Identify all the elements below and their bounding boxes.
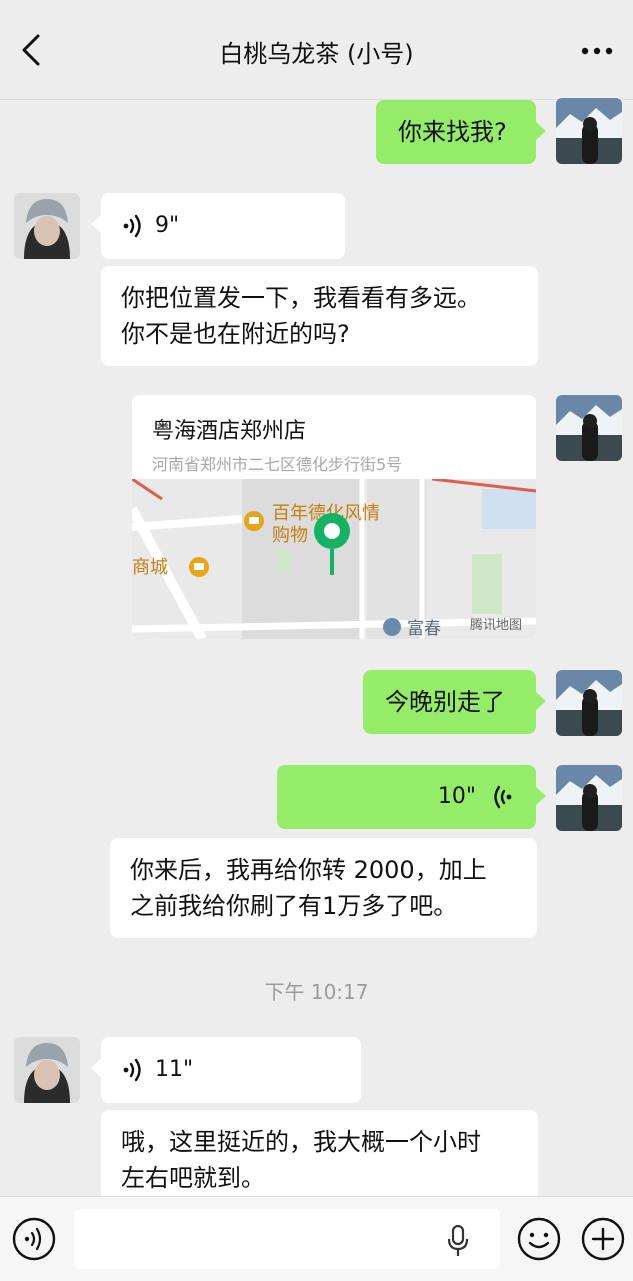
contact-voice-message[interactable]: 11" xyxy=(91,1037,361,1103)
message-line: 哦，这里挺近的，我大概一个小时 xyxy=(121,1128,481,1156)
location-message-card[interactable]: 粤海酒店郑州店 河南省郑州市二七区德化步行街5号 百年德化风情 购物 商城 富春… xyxy=(132,395,536,639)
location-address: 河南省郑州市二七区德化步行街5号 xyxy=(152,455,403,474)
contact-text-message[interactable]: 哦，这里挺近的，我大概一个小时 左右吧就到。 xyxy=(101,1110,538,1210)
message-timestamp: 下午 10:17 xyxy=(264,980,369,1004)
ellipsis-icon[interactable] xyxy=(580,46,614,56)
plus-icon[interactable] xyxy=(581,1217,625,1261)
location-name: 粤海酒店郑州店 xyxy=(152,419,307,444)
my-avatar[interactable] xyxy=(556,98,622,164)
message-line: 你把位置发一下，我看看有多远。 xyxy=(121,284,481,312)
voice-wave-icon xyxy=(123,1058,141,1082)
my-text-message[interactable]: 今晚别走了 xyxy=(363,670,546,734)
voice-toggle-icon[interactable] xyxy=(12,1217,56,1261)
chat-header: 白桃乌龙茶 (小号) xyxy=(0,0,633,100)
message-line: 你来后，我再给你转 2000，加上 xyxy=(130,856,487,884)
voice-duration: 10" xyxy=(437,784,476,809)
contact-voice-message[interactable]: 9" xyxy=(91,193,345,259)
my-avatar[interactable] xyxy=(556,670,622,736)
location-map: 百年德化风情 购物 商城 富春 腾讯地图 xyxy=(132,479,536,639)
microphone-icon[interactable] xyxy=(446,1225,470,1257)
voice-duration: 9" xyxy=(155,213,180,238)
contact-avatar[interactable] xyxy=(14,1037,80,1103)
input-toolbar xyxy=(0,1196,633,1281)
message-text: 今晚别走了 xyxy=(385,688,505,716)
map-building-label: 富春 xyxy=(407,619,441,639)
my-avatar[interactable] xyxy=(556,765,622,831)
voice-wave-icon xyxy=(123,214,141,238)
my-text-message[interactable]: 你来找我? xyxy=(376,100,546,164)
contact-text-message[interactable]: 你把位置发一下，我看看有多远。 你不是也在附近的吗? xyxy=(101,266,538,366)
my-voice-message[interactable]: 10" xyxy=(277,765,546,829)
message-text: 你来找我? xyxy=(398,118,507,146)
message-line: 你不是也在附近的吗? xyxy=(121,320,350,348)
contact-avatar[interactable] xyxy=(14,193,80,259)
map-mall-label: 商城 xyxy=(132,557,168,578)
map-provider-label: 腾讯地图 xyxy=(470,617,522,633)
contact-text-message[interactable]: 你来后，我再给你转 2000，加上 之前我给你刷了有1万多了吧。 xyxy=(110,838,537,938)
map-poi-label: 购物 xyxy=(272,525,308,546)
voice-wave-icon xyxy=(494,785,512,809)
message-input[interactable] xyxy=(74,1209,500,1269)
message-line: 之前我给你刷了有1万多了吧。 xyxy=(130,892,458,920)
my-avatar[interactable] xyxy=(556,395,622,461)
chat-title: 白桃乌龙茶 (小号) xyxy=(219,40,414,68)
message-line: 左右吧就到。 xyxy=(121,1164,265,1192)
emoji-icon[interactable] xyxy=(517,1217,561,1261)
voice-duration: 11" xyxy=(155,1057,194,1082)
